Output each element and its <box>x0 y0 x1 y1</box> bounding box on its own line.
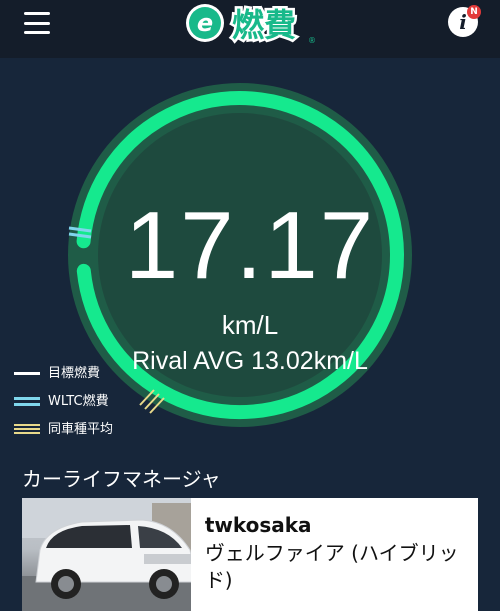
average-line-icon <box>14 424 40 436</box>
hamburger-menu-icon[interactable] <box>24 12 50 34</box>
fuel-economy-unit: km/L <box>221 310 279 340</box>
legend-label: 同車種平均 <box>48 422 114 437</box>
app-logo: e 燃費 ® <box>186 4 316 44</box>
menu-line <box>24 12 50 15</box>
legend-label: WLTC燃費 <box>48 394 109 409</box>
legend-label: 目標燃費 <box>48 366 101 381</box>
gauge-legend: 目標燃費 WLTC燃費 同車種平均 <box>14 360 113 444</box>
logo-mark: e <box>197 9 213 37</box>
logo-text: 燃費 <box>232 6 296 44</box>
notification-badge: N <box>467 5 481 19</box>
logo-registered-mark: ® <box>308 36 316 44</box>
menu-line <box>24 31 50 34</box>
legend-item-average: 同車種平均 <box>14 416 113 444</box>
car-model: ヴェルファイア (ハイブリッド) <box>204 541 459 592</box>
legend-item-target: 目標燃費 <box>14 360 113 388</box>
info-icon-glyph: i <box>459 10 467 34</box>
car-life-manager-title: カーライフマネージャ <box>22 467 221 491</box>
legend-item-wltc: WLTC燃費 <box>14 388 113 416</box>
rival-average: Rival AVG 13.02km/L <box>132 347 368 375</box>
top-bar: e 燃費 ® i N <box>0 0 500 58</box>
target-line-icon <box>14 368 40 380</box>
owner-name: twkosaka <box>204 513 312 537</box>
fuel-economy-value: 17.17 <box>124 192 376 299</box>
car-photo <box>22 498 191 611</box>
menu-line <box>24 21 50 25</box>
car-card[interactable]: twkosaka ヴェルファイア (ハイブリッド) <box>22 498 478 611</box>
wltc-line-icon <box>14 396 40 408</box>
car-card-text: twkosaka ヴェルファイア (ハイブリッド) <box>191 498 478 611</box>
